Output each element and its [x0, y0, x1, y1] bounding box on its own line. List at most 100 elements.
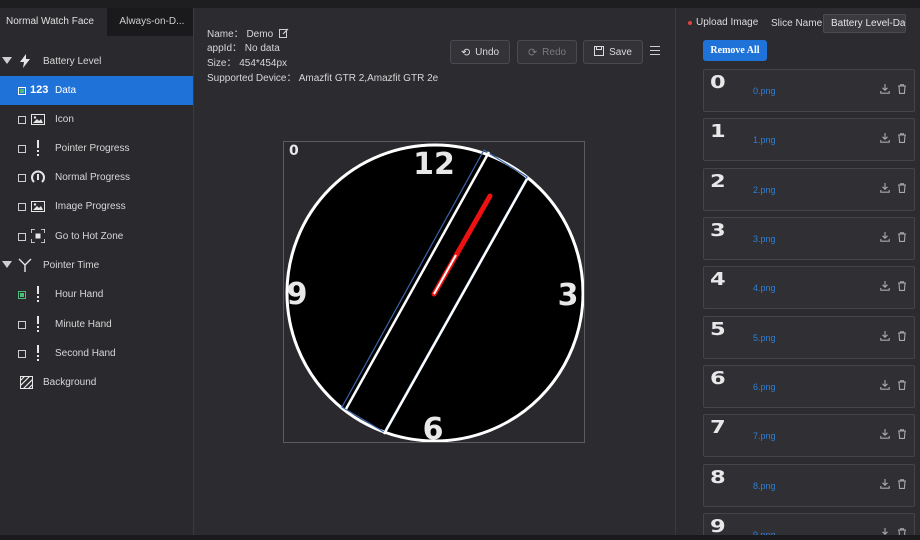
image-slice-card[interactable]: 3 3.png: [703, 217, 915, 260]
image-filename-link[interactable]: 2.png: [753, 185, 776, 195]
layer-checkbox[interactable]: [18, 116, 26, 124]
layer-checkbox[interactable]: [18, 174, 26, 182]
slice-name-input[interactable]: [823, 14, 906, 33]
save-button[interactable]: Save: [583, 40, 643, 64]
layer-checkbox[interactable]: [18, 87, 26, 95]
tab-normal-watch-face[interactable]: Normal Watch Face: [0, 8, 108, 36]
bolt-icon: [17, 53, 33, 69]
app-window: Normal Watch Face Always-on-D... Battery…: [0, 0, 920, 540]
redo-label: Redo: [542, 46, 567, 58]
tree-item-normal-progress[interactable]: Normal Progress: [0, 163, 193, 192]
download-icon[interactable]: [880, 429, 890, 439]
tree-group-pointer-time[interactable]: Pointer Time: [0, 251, 193, 280]
image-icon: [30, 198, 46, 214]
expand-caret-icon[interactable]: [2, 261, 12, 268]
digit-thumbnail: 1: [710, 121, 726, 142]
upload-image-label[interactable]: Upload Image: [696, 17, 758, 28]
trash-icon[interactable]: [897, 232, 907, 242]
tree-item-minute-hand[interactable]: Minute Hand: [0, 310, 193, 339]
tree-item-image-progress[interactable]: Image Progress: [0, 192, 193, 221]
tree-group-battery-level[interactable]: Battery Level: [0, 47, 193, 76]
undo-button[interactable]: ⟲ Undo: [450, 40, 510, 64]
image-slice-card[interactable]: 2 2.png: [703, 168, 915, 211]
properties-panel: Upload Image Slice Name Remove All 0 0.pn…: [675, 8, 920, 540]
required-marker: [688, 21, 692, 25]
remove-all-button[interactable]: Remove All: [703, 40, 767, 61]
tree-item-icon[interactable]: Icon: [0, 105, 193, 134]
digit-thumbnail: 6: [710, 368, 726, 389]
image-filename-link[interactable]: 4.png: [753, 283, 776, 293]
trash-icon[interactable]: [897, 183, 907, 193]
image-slice-card[interactable]: 6 6.png: [703, 365, 915, 408]
digit-thumbnail: 8: [710, 467, 726, 488]
trash-icon[interactable]: [897, 331, 907, 341]
hotzone-icon: [30, 228, 46, 244]
tree-item-second-hand[interactable]: Second Hand: [0, 339, 193, 368]
tree-item-background[interactable]: Background: [0, 368, 193, 397]
digit-thumbnail: 0: [710, 72, 726, 93]
tree-label: Background: [43, 377, 97, 388]
layer-checkbox[interactable]: [18, 233, 26, 241]
editor-canvas-area: Name： Demo appId： No data Size： 454*454p…: [195, 8, 675, 540]
expand-caret-icon[interactable]: [2, 57, 12, 64]
download-icon[interactable]: [880, 84, 890, 94]
download-icon[interactable]: [880, 232, 890, 242]
tree-label: Pointer Time: [43, 260, 100, 271]
image-slice-card[interactable]: 4 4.png: [703, 266, 915, 309]
trash-icon[interactable]: [897, 479, 907, 489]
tree-item-data[interactable]: 123 Data: [0, 76, 193, 105]
download-icon[interactable]: [880, 281, 890, 291]
trash-icon[interactable]: [897, 281, 907, 291]
layer-checkbox[interactable]: [18, 145, 26, 153]
image-filename-link[interactable]: 8.png: [753, 481, 776, 491]
project-appid: appId： No data: [207, 43, 280, 54]
edit-name-icon[interactable]: [278, 28, 289, 41]
trash-icon[interactable]: [897, 84, 907, 94]
layer-checkbox[interactable]: [18, 321, 26, 329]
image-filename-link[interactable]: 0.png: [753, 86, 776, 96]
image-filename-link[interactable]: 6.png: [753, 382, 776, 392]
image-filename-link[interactable]: 3.png: [753, 234, 776, 244]
undo-icon: ⟲: [460, 46, 471, 59]
image-slice-card[interactable]: 5 5.png: [703, 316, 915, 359]
tree-label: Hour Hand: [55, 289, 104, 300]
download-icon[interactable]: [880, 380, 890, 390]
layer-checkbox[interactable]: [18, 203, 26, 211]
image-slice-card[interactable]: 8 8.png: [703, 464, 915, 507]
download-icon[interactable]: [880, 183, 890, 193]
menu-icon[interactable]: [650, 46, 660, 56]
project-devices: Supported Device： Amazfit GTR 2,Amazfit …: [207, 73, 439, 84]
image-filename-link[interactable]: 5.png: [753, 333, 776, 343]
image-slice-card[interactable]: 0 0.png: [703, 69, 915, 112]
tree-label: Second Hand: [55, 348, 116, 359]
tree-label: Go to Hot Zone: [55, 231, 124, 242]
image-slice-card[interactable]: 1 1.png: [703, 118, 915, 161]
download-icon[interactable]: [880, 479, 890, 489]
tree-item-pointer-progress[interactable]: Pointer Progress: [0, 134, 193, 163]
trash-icon[interactable]: [897, 380, 907, 390]
hand-icon: [30, 345, 46, 361]
numeral-6: 6: [423, 412, 444, 442]
layer-checkbox[interactable]: [18, 350, 26, 358]
top-strip: [0, 0, 920, 8]
redo-button[interactable]: ⟳ Redo: [517, 40, 577, 64]
save-icon: [594, 45, 605, 59]
tree-item-hot-zone[interactable]: Go to Hot Zone: [0, 222, 193, 251]
tree-label: Image Progress: [55, 201, 126, 212]
digit-thumbnail: 2: [710, 171, 726, 192]
image-filename-link[interactable]: 7.png: [753, 431, 776, 441]
tree-item-hour-hand[interactable]: Hour Hand: [0, 280, 193, 309]
download-icon[interactable]: [880, 133, 890, 143]
tab-always-on-display[interactable]: Always-on-D...: [107, 8, 193, 36]
trash-icon[interactable]: [897, 429, 907, 439]
download-icon[interactable]: [880, 331, 890, 341]
battery-data-digit[interactable]: 0: [289, 143, 299, 159]
trash-icon[interactable]: [897, 133, 907, 143]
watch-preview[interactable]: 12 3 6 9 0: [283, 141, 585, 443]
tree-label: Minute Hand: [55, 319, 112, 330]
layer-checkbox[interactable]: [18, 291, 26, 299]
image-slice-card[interactable]: 7 7.png: [703, 414, 915, 457]
image-filename-link[interactable]: 1.png: [753, 135, 776, 145]
tree-label: Pointer Progress: [55, 143, 130, 154]
layer-sidebar: Normal Watch Face Always-on-D... Battery…: [0, 8, 194, 540]
